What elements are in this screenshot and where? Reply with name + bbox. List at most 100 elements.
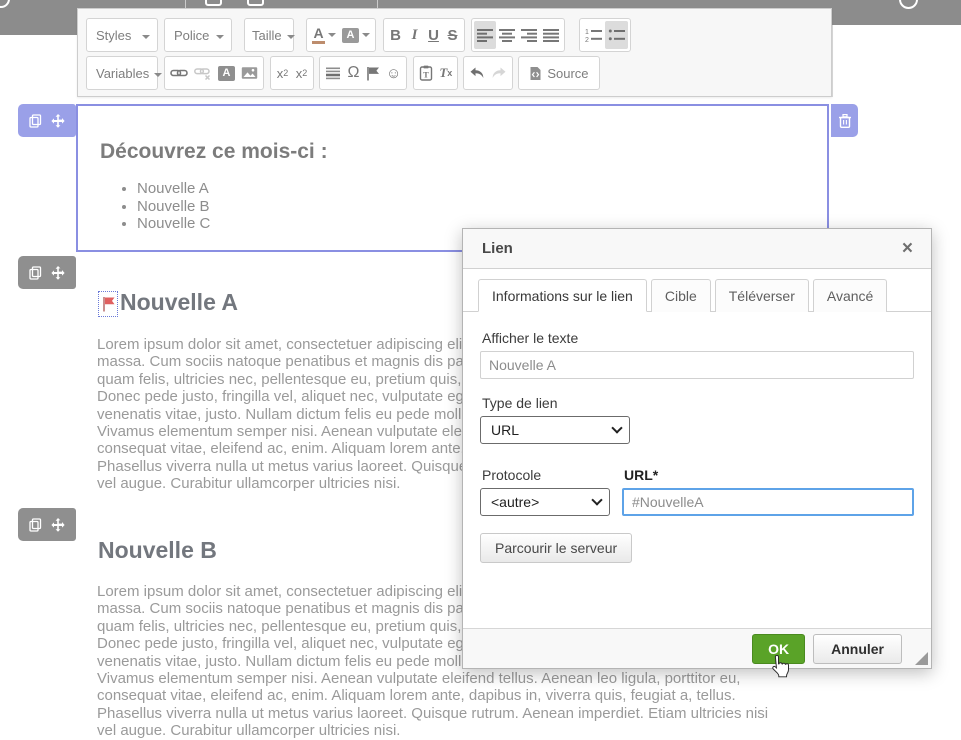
anchor-button[interactable]: A bbox=[215, 59, 238, 87]
align-center-button[interactable] bbox=[496, 21, 518, 49]
numbered-list-button[interactable]: 12 bbox=[582, 21, 605, 49]
chevron-down-icon bbox=[287, 35, 295, 43]
topbar-tool-icon[interactable] bbox=[205, 0, 222, 6]
horizontal-rule-icon bbox=[325, 66, 341, 80]
align-left-button[interactable] bbox=[474, 21, 496, 49]
mouse-cursor-hand bbox=[768, 655, 792, 688]
topbar-separator bbox=[377, 0, 378, 8]
image-button[interactable] bbox=[238, 59, 261, 87]
justify-button[interactable] bbox=[540, 21, 562, 49]
chevron-down-icon bbox=[328, 33, 336, 41]
block-handle-intro[interactable] bbox=[18, 104, 76, 137]
size-combo-label: Taille bbox=[252, 28, 282, 43]
redo-button[interactable] bbox=[488, 59, 510, 87]
superscript-button[interactable]: x2 bbox=[292, 59, 311, 87]
anchor-flag-icon bbox=[102, 296, 115, 312]
copy-icon[interactable] bbox=[29, 266, 42, 280]
tab-link-info[interactable]: Informations sur le lien bbox=[478, 279, 647, 312]
dialog-footer: OK Annuler bbox=[463, 628, 931, 668]
intro-heading: Découvrez ce mois-ci : bbox=[100, 140, 328, 164]
topbar-tool-icon[interactable] bbox=[247, 0, 264, 6]
text-color-button[interactable]: A bbox=[309, 21, 339, 49]
close-icon[interactable]: × bbox=[898, 237, 917, 260]
paste-button-group: T Tx bbox=[413, 56, 458, 90]
section-a-heading: Nouvelle A bbox=[120, 289, 238, 316]
link-type-value: URL bbox=[491, 422, 605, 438]
protocol-select[interactable]: <autre> bbox=[480, 488, 610, 516]
list-item[interactable]: Nouvelle B bbox=[137, 198, 210, 216]
bulleted-list-button[interactable] bbox=[605, 21, 628, 49]
undo-button[interactable] bbox=[466, 59, 488, 87]
variables-combo[interactable]: Variables bbox=[86, 56, 158, 90]
svg-text:1: 1 bbox=[585, 29, 589, 36]
underline-button[interactable]: U bbox=[424, 21, 443, 49]
copy-icon[interactable] bbox=[29, 518, 42, 532]
bulleted-list-icon bbox=[608, 28, 625, 42]
undo-icon bbox=[469, 67, 485, 80]
paste-icon: T bbox=[419, 65, 433, 81]
unlink-button[interactable] bbox=[191, 59, 215, 87]
display-text-input[interactable] bbox=[480, 351, 914, 379]
source-button[interactable]: Source bbox=[521, 58, 596, 88]
list-item[interactable]: Nouvelle A bbox=[137, 180, 210, 198]
special-char-button[interactable]: Ω bbox=[344, 59, 363, 87]
anchor-marker[interactable] bbox=[98, 291, 118, 317]
smiley-button[interactable]: ☺ bbox=[383, 59, 404, 87]
url-input[interactable] bbox=[622, 488, 914, 516]
tab-upload[interactable]: Téléverser bbox=[715, 279, 809, 312]
paste-from-word-button[interactable]: T bbox=[416, 59, 436, 87]
horizontal-rule-button[interactable] bbox=[322, 59, 344, 87]
list-button-group: 12 bbox=[579, 18, 631, 52]
chevron-down-icon bbox=[216, 35, 224, 43]
block-handle-section-a[interactable] bbox=[18, 256, 76, 289]
link-button[interactable] bbox=[167, 59, 191, 87]
chevron-down-icon bbox=[591, 494, 602, 505]
block-handle-section-b[interactable] bbox=[18, 508, 76, 541]
link-icon bbox=[170, 66, 188, 80]
tab-target[interactable]: Cible bbox=[651, 279, 711, 312]
strikethrough-button[interactable]: S bbox=[443, 21, 462, 49]
flag-icon bbox=[366, 66, 380, 81]
align-right-button[interactable] bbox=[518, 21, 540, 49]
move-icon[interactable] bbox=[51, 518, 65, 532]
svg-text:T: T bbox=[423, 69, 429, 79]
dialog-resize-handle[interactable] bbox=[915, 652, 928, 665]
subscript-button[interactable]: x2 bbox=[273, 59, 292, 87]
link-type-label: Type de lien bbox=[482, 395, 914, 411]
chevron-down-icon bbox=[142, 35, 150, 43]
anchor-icon: A bbox=[218, 66, 235, 81]
styles-combo[interactable]: Styles bbox=[86, 18, 158, 52]
browse-server-button[interactable]: Parcourir le serveur bbox=[480, 533, 632, 563]
remove-format-button[interactable]: Tx bbox=[436, 59, 455, 87]
bold-button[interactable]: B bbox=[386, 21, 405, 49]
color-button-group: A A bbox=[306, 18, 376, 52]
cancel-button[interactable]: Annuler bbox=[813, 634, 902, 664]
link-type-select[interactable]: URL bbox=[480, 416, 630, 444]
tab-advanced[interactable]: Avancé bbox=[813, 279, 887, 312]
align-left-icon bbox=[477, 28, 493, 42]
move-icon[interactable] bbox=[51, 266, 65, 280]
background-color-button[interactable]: A bbox=[339, 21, 373, 49]
copy-icon[interactable] bbox=[29, 114, 42, 128]
numbered-list-icon: 12 bbox=[585, 28, 602, 42]
subsup-button-group: x2 x2 bbox=[270, 56, 314, 90]
intro-list: Nouvelle A Nouvelle B Nouvelle C bbox=[113, 180, 210, 233]
url-label: URL* bbox=[624, 467, 914, 483]
chevron-down-icon bbox=[154, 73, 162, 81]
list-item[interactable]: Nouvelle C bbox=[137, 215, 210, 233]
size-combo[interactable]: Taille bbox=[244, 18, 294, 52]
omega-icon: Ω bbox=[348, 64, 360, 82]
dialog-title-bar[interactable]: Lien × bbox=[463, 229, 931, 269]
font-combo[interactable]: Police bbox=[164, 18, 232, 52]
delete-block-button[interactable] bbox=[831, 104, 858, 137]
align-center-icon bbox=[499, 28, 515, 42]
chevron-down-icon bbox=[611, 422, 622, 433]
italic-button[interactable]: I bbox=[405, 21, 424, 49]
move-icon[interactable] bbox=[51, 114, 65, 128]
link-button-group: A bbox=[164, 56, 264, 90]
anchor-flag-button[interactable] bbox=[363, 59, 383, 87]
display-text-label: Afficher le texte bbox=[482, 330, 914, 346]
format-button-group: B I U S bbox=[383, 18, 465, 52]
editor-right-border bbox=[832, 25, 833, 97]
source-button-group: Source bbox=[518, 56, 599, 90]
